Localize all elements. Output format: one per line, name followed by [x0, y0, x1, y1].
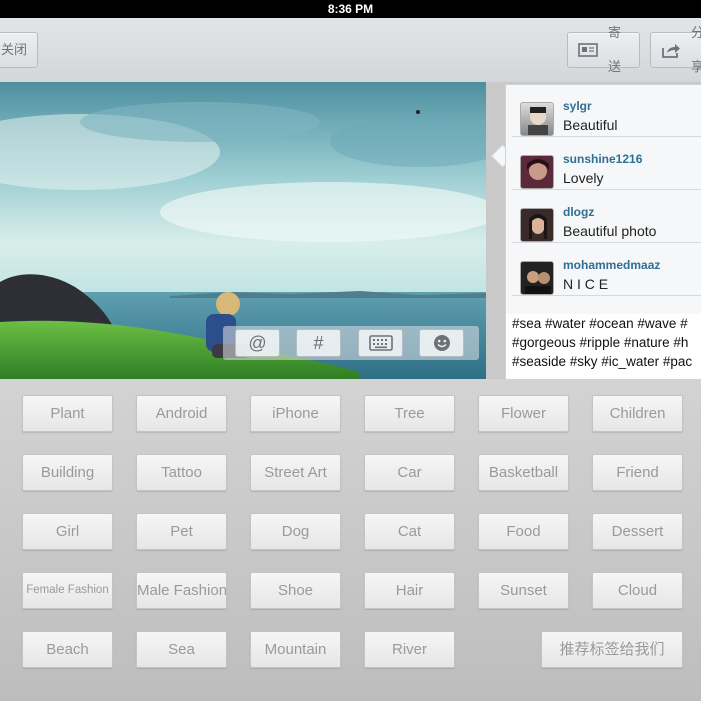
keyboard-button[interactable] — [358, 329, 403, 357]
hashtag-line: #seaside #sky #ic_water #pac — [512, 354, 693, 369]
tag-button[interactable]: Sunset — [478, 572, 569, 609]
recommend-tags-button[interactable]: 推荐标签给我们 — [541, 631, 683, 668]
comment-item[interactable]: sylgr Beautiful — [512, 85, 701, 137]
tag-button[interactable]: Tree — [364, 395, 455, 432]
suggested-tags-panel: Plant Android iPhone Tree Flower Childre… — [0, 379, 701, 701]
share-icon — [661, 42, 681, 58]
comments-list: sylgr Beautiful sunshine1216 Lovely dlog… — [505, 84, 701, 314]
tag-button[interactable]: Sea — [136, 631, 227, 668]
comment-text: Beautiful photo — [563, 223, 657, 239]
tag-button[interactable]: Female Fashion — [22, 572, 113, 609]
mention-button[interactable]: @ — [235, 329, 280, 357]
postcard-icon — [578, 43, 598, 57]
input-accessory-bar: @ # — [223, 326, 479, 360]
tag-button[interactable]: Cloud — [592, 572, 683, 609]
tag-button[interactable]: Pet — [136, 513, 227, 550]
close-button-label: 关闭 — [1, 42, 28, 57]
tag-button[interactable]: Dessert — [592, 513, 683, 550]
tag-button[interactable]: Beach — [22, 631, 113, 668]
avatar — [520, 261, 554, 295]
hashtag-button[interactable]: # — [296, 329, 341, 357]
share-button-label: 分享 — [691, 25, 701, 74]
tag-button[interactable]: Basketball — [478, 454, 569, 491]
comment-username[interactable]: sylgr — [563, 99, 592, 113]
tag-button[interactable]: Mountain — [250, 631, 341, 668]
tag-button[interactable]: Android — [136, 395, 227, 432]
send-button-label: 寄送 — [608, 25, 622, 74]
hashtag-line: #sea #water #ocean #wave # — [512, 316, 688, 331]
status-bar: 8:36 PM — [0, 0, 701, 18]
avatar — [520, 102, 554, 136]
tag-button[interactable]: Hair — [364, 572, 455, 609]
tag-button[interactable]: Male Fashion — [136, 572, 227, 609]
comment-username[interactable]: sunshine1216 — [563, 152, 642, 166]
comment-text: Beautiful — [563, 117, 618, 133]
tag-button[interactable]: Street Art — [250, 454, 341, 491]
emoji-button[interactable] — [419, 329, 464, 357]
hashtag-line: #gorgeous #ripple #nature #h — [512, 335, 689, 350]
mention-button-label: @ — [248, 333, 267, 353]
comment-text: Lovely — [563, 170, 604, 186]
comment-item[interactable]: dlogz Beautiful photo — [512, 191, 701, 243]
tag-button[interactable]: Flower — [478, 395, 569, 432]
tag-button[interactable]: Building — [22, 454, 113, 491]
tag-button[interactable]: Children — [592, 395, 683, 432]
tag-button[interactable]: Girl — [22, 513, 113, 550]
close-button[interactable]: 关闭 — [0, 32, 38, 68]
tag-button[interactable]: Friend — [592, 454, 683, 491]
comment-username[interactable]: dlogz — [563, 205, 594, 219]
comment-username[interactable]: mohammedmaaz — [563, 258, 660, 272]
tag-button[interactable]: Cat — [364, 513, 455, 550]
hashtag-button-label: # — [313, 333, 324, 353]
status-time: 8:36 PM — [327, 2, 374, 16]
tag-button[interactable]: River — [364, 631, 455, 668]
smiley-icon — [433, 335, 451, 356]
avatar — [520, 208, 554, 242]
tag-button[interactable]: Car — [364, 454, 455, 491]
tag-button[interactable]: Tattoo — [136, 454, 227, 491]
send-button[interactable]: 寄送 — [567, 25, 640, 74]
tag-button[interactable]: Food — [478, 513, 569, 550]
comment-text: N I C E — [563, 276, 609, 292]
tag-button[interactable]: iPhone — [250, 395, 341, 432]
tag-button[interactable]: Shoe — [250, 572, 341, 609]
hashtag-caption-field[interactable]: #sea #water #ocean #wave # #gorgeous #ri… — [505, 314, 701, 379]
top-toolbar: 关闭 寄送 分享 — [0, 18, 701, 82]
share-button[interactable]: 分享 — [650, 25, 701, 74]
avatar — [520, 155, 554, 189]
comment-item[interactable]: sunshine1216 Lovely — [512, 138, 701, 190]
keyboard-icon — [368, 335, 393, 355]
tag-button[interactable]: Dog — [250, 513, 341, 550]
comment-item[interactable]: mohammedmaaz N I C E — [512, 244, 701, 296]
photo-tag-screen: 8:36 PM 关闭 寄送 分享 @ # sylgr Beautiful sun… — [0, 0, 701, 701]
tag-button[interactable]: Plant — [22, 395, 113, 432]
